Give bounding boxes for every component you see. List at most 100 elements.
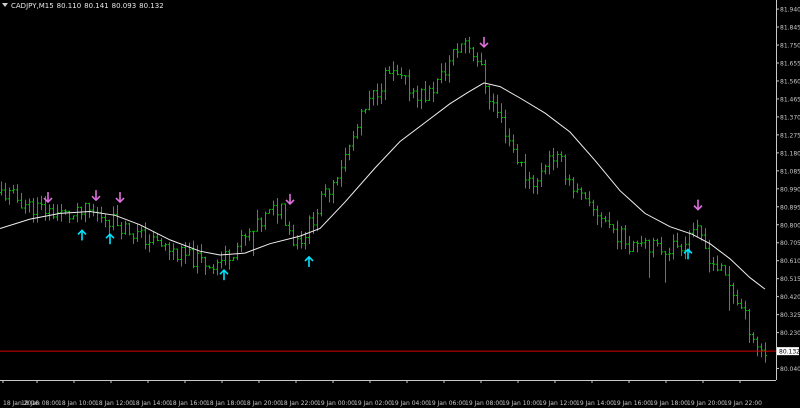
ohlc-bar bbox=[440, 63, 443, 84]
ohlc-bar bbox=[524, 153, 527, 189]
y-tick-label: 80.990 bbox=[780, 186, 800, 193]
ohlc-bar bbox=[736, 289, 739, 306]
ohlc-bar bbox=[724, 264, 727, 276]
x-tick-label: 19 Jan 06:00 bbox=[428, 400, 466, 407]
ohlc-bar bbox=[572, 177, 575, 199]
x-tick-label: 18 Jan 14:00 bbox=[132, 400, 170, 407]
x-tick-label: 19 Jan 22:00 bbox=[724, 400, 762, 407]
ohlc-bar bbox=[112, 206, 115, 231]
ohlc-bar bbox=[680, 243, 683, 257]
ohlc-bar bbox=[560, 151, 563, 163]
x-tick-label: 18 Jan 20:00 bbox=[243, 400, 281, 407]
ohlc-bar bbox=[628, 236, 631, 255]
ohlc-bar bbox=[28, 198, 31, 213]
ohlc-bar bbox=[652, 237, 655, 258]
ohlc-bar bbox=[264, 211, 267, 230]
ohlc-bar bbox=[384, 67, 387, 100]
ohlc-bar bbox=[340, 159, 343, 187]
ohlc-bar bbox=[164, 242, 167, 251]
dropdown-triangle-icon[interactable] bbox=[2, 3, 8, 7]
ohlc-bar bbox=[12, 184, 15, 194]
ohlc-bar bbox=[80, 206, 83, 220]
ohlc-bar bbox=[624, 224, 627, 250]
ohlc-bar bbox=[464, 37, 467, 54]
ohlc-bar bbox=[276, 197, 279, 224]
ohlc-bar bbox=[108, 219, 111, 236]
y-tick-label: 81.560 bbox=[780, 78, 800, 85]
sell-arrow-icon bbox=[115, 192, 125, 204]
ohlc-bar bbox=[436, 78, 439, 94]
ohlc-bar bbox=[192, 240, 195, 269]
ohlc-bar bbox=[508, 128, 511, 147]
ohlc-bar bbox=[728, 266, 731, 311]
y-tick-label: 80.515 bbox=[780, 276, 800, 283]
ohlc-bar bbox=[512, 134, 515, 153]
ohlc-bar bbox=[24, 199, 27, 214]
ohlc-bar bbox=[376, 83, 379, 106]
ohlc-bar bbox=[648, 239, 651, 278]
price-chart[interactable]: 81.940 81.845 81.750 81.655 81.560 81.465 81.3… bbox=[0, 0, 800, 408]
ohlc-bar bbox=[232, 256, 235, 261]
x-tick-label: 19 Jan 20:00 bbox=[687, 400, 725, 407]
ohlc-bar bbox=[212, 264, 215, 275]
close-value: 80.132 bbox=[139, 2, 164, 10]
x-tick-label: 18 Jan 12:00 bbox=[95, 400, 133, 407]
ohlc-bar bbox=[472, 46, 475, 62]
ohlc-bar bbox=[748, 308, 751, 344]
moving-average-line bbox=[0, 82, 766, 290]
buy-arrow-icon bbox=[219, 269, 229, 281]
ohlc-bar bbox=[408, 69, 411, 102]
ohlc-bar bbox=[72, 215, 75, 220]
ohlc-bar bbox=[448, 55, 451, 83]
ohlc-bar bbox=[456, 43, 459, 58]
ohlc-bar bbox=[220, 251, 223, 269]
ohlc-bar bbox=[744, 300, 747, 320]
ohlc-bar bbox=[444, 62, 447, 82]
ohlc-bar bbox=[40, 195, 43, 211]
ohlc-bar bbox=[140, 226, 143, 238]
ohlc-bar bbox=[332, 180, 335, 204]
ohlc-bar bbox=[492, 93, 495, 112]
ohlc-bar bbox=[148, 234, 151, 253]
ohlc-bar bbox=[248, 228, 251, 241]
ohlc-bar bbox=[380, 83, 383, 104]
ohlc-bar bbox=[484, 59, 487, 94]
ohlc-bar bbox=[256, 209, 259, 232]
ohlc-bar bbox=[412, 87, 415, 99]
ohlc-bar bbox=[124, 220, 127, 235]
ohlc-bar bbox=[392, 61, 395, 82]
ohlc-bar bbox=[156, 233, 159, 242]
ohlc-bar bbox=[360, 108, 363, 136]
ohlc-bar bbox=[732, 282, 735, 304]
ohlc-bar bbox=[416, 85, 419, 108]
ohlc-bar bbox=[8, 187, 11, 205]
ohlc-bar bbox=[336, 177, 339, 186]
ohlc-bar bbox=[592, 199, 595, 217]
ohlc-bar bbox=[316, 209, 319, 232]
x-tick-label: 18 Jan 10:00 bbox=[58, 400, 96, 407]
sell-arrow-icon bbox=[479, 36, 489, 49]
ohlc-bar bbox=[532, 175, 535, 194]
ohlc-bar bbox=[36, 197, 39, 223]
x-tick-label: 19 Jan 10:00 bbox=[502, 400, 540, 407]
ohlc-bar bbox=[160, 238, 163, 247]
ohlc-bar bbox=[324, 184, 327, 198]
open-value: 80.110 bbox=[56, 2, 82, 10]
ohlc-bar bbox=[564, 154, 567, 185]
x-tick-label: 19 Jan 14:00 bbox=[576, 400, 614, 407]
ohlc-bar bbox=[612, 224, 615, 234]
ohlc-bar bbox=[292, 224, 295, 247]
ohlc-bar bbox=[64, 209, 67, 215]
ohlc-bar bbox=[48, 204, 51, 221]
ohlc-bars bbox=[0, 36, 767, 363]
chart-window[interactable]: CADJPY,M15 80.110 80.141 80.093 80.132 81.94… bbox=[0, 0, 800, 408]
y-tick-label: 80.705 bbox=[780, 240, 800, 247]
ohlc-bar bbox=[132, 233, 135, 244]
sell-arrow-icon bbox=[693, 199, 703, 211]
ohlc-bar bbox=[120, 222, 123, 240]
buy-arrow-icon bbox=[105, 233, 115, 245]
ohlc-bar bbox=[352, 130, 355, 151]
ohlc-bar bbox=[548, 150, 551, 175]
ohlc-bar bbox=[400, 67, 403, 79]
ohlc-bar bbox=[596, 205, 599, 226]
